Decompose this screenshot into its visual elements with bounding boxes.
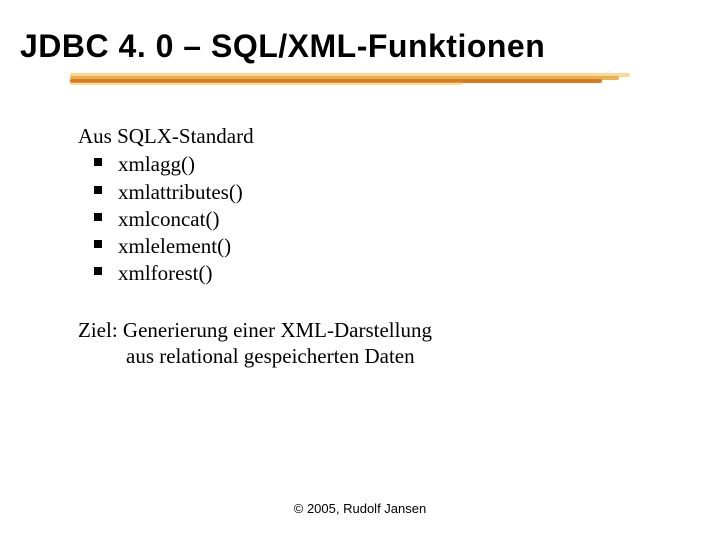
list-item: xmlconcat() — [90, 206, 680, 232]
slide-title: JDBC 4. 0 – SQL/XML-Funktionen — [0, 0, 720, 73]
function-list: xmlagg() xmlattributes() xmlconcat() xml… — [78, 151, 680, 286]
goal-line-2: aus relational gespeicherten Daten — [78, 343, 680, 369]
list-item: xmlforest() — [90, 260, 680, 286]
goal-line-1: Ziel: Generierung einer XML-Darstellung — [78, 317, 680, 343]
list-item: xmlagg() — [90, 151, 680, 177]
title-underline — [0, 73, 720, 91]
intro-text: Aus SQLX-Standard — [78, 123, 680, 149]
goal-text: Ziel: Generierung einer XML-Darstellung … — [78, 317, 680, 370]
footer-copyright: © 2005, Rudolf Jansen — [0, 501, 720, 516]
list-item: xmlattributes() — [90, 179, 680, 205]
slide-content: Aus SQLX-Standard xmlagg() xmlattributes… — [0, 91, 720, 369]
list-item: xmlelement() — [90, 233, 680, 259]
